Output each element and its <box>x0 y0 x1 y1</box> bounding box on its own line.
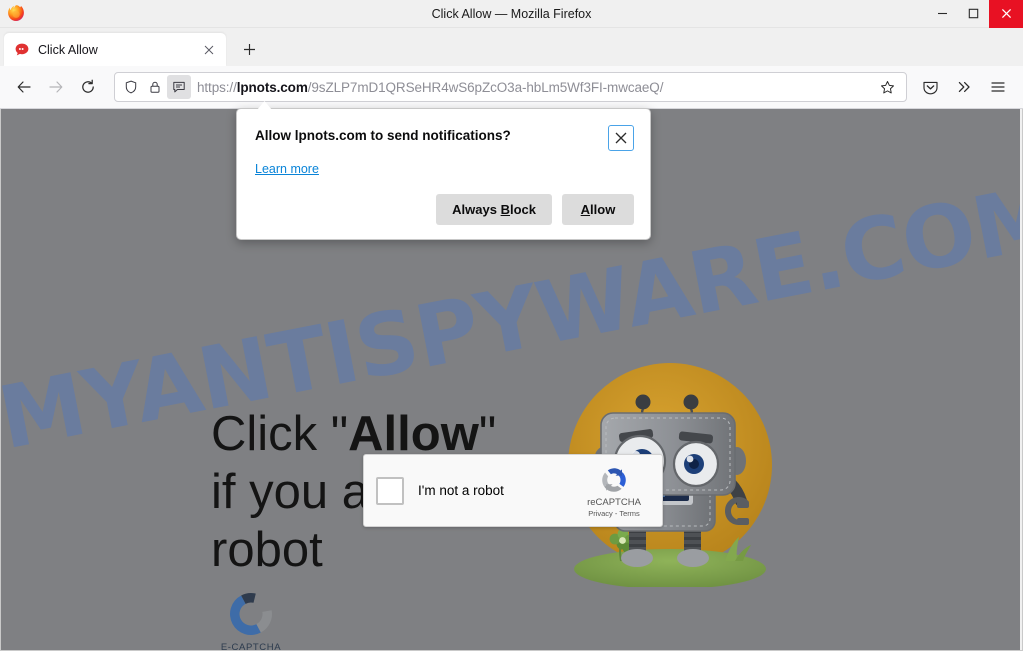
allow-post: llow <box>590 202 616 217</box>
tab-strip: Click Allow <box>0 28 1023 66</box>
reload-icon[interactable] <box>72 72 104 102</box>
pocket-icon[interactable] <box>913 72 947 102</box>
window-title: Click Allow — Mozilla Firefox <box>431 6 592 21</box>
star-icon[interactable] <box>874 74 900 100</box>
url-domain: lpnots.com <box>236 79 308 95</box>
recaptcha-checkbox-label: I'm not a robot <box>418 483 504 498</box>
recaptcha-logo <box>598 464 630 496</box>
maximize-button[interactable] <box>958 0 989 28</box>
recaptcha-brand: reCAPTCHA Privacy - Terms <box>578 464 650 518</box>
ecaptcha-brand: E-CAPTCHA <box>219 589 283 651</box>
chevron-double-right-icon[interactable] <box>947 72 981 102</box>
recaptcha-legal-links[interactable]: Privacy - Terms <box>578 509 650 518</box>
always-block-accesskey: B <box>500 202 510 217</box>
close-icon[interactable] <box>608 125 634 151</box>
notification-permission-icon[interactable] <box>167 75 191 99</box>
minimize-button[interactable] <box>927 0 958 28</box>
ecaptcha-label: E-CAPTCHA <box>220 642 282 651</box>
always-block-pre: Always <box>452 202 501 217</box>
dialog-actions: Always Block Allow <box>255 194 634 225</box>
notification-bubble-icon <box>14 42 30 58</box>
firefox-logo-icon <box>6 4 26 24</box>
allow-accesskey: A <box>580 202 591 217</box>
headline-pre: Click " <box>211 407 349 461</box>
ecaptcha-c-logo <box>226 589 276 639</box>
dialog-title: Allow lpnots.com to send notifications? <box>255 128 511 143</box>
recaptcha-widget[interactable]: I'm not a robot reCAPTCHA Privacy - Term… <box>363 454 663 527</box>
recaptcha-brand-name: reCAPTCHA <box>587 496 641 508</box>
recaptcha-checkbox[interactable] <box>376 476 404 505</box>
learn-more-link[interactable]: Learn more <box>255 162 319 176</box>
new-tab-button[interactable] <box>234 34 264 64</box>
browser-window: Click Allow — Mozilla Firefox Click Allo… <box>0 0 1023 651</box>
url-path: /9sZLP7mD1QRSeHR4wS6pZcO3a-hbLm5Wf3FI-mw… <box>307 79 664 95</box>
dialog-header: Allow lpnots.com to send notifications? <box>255 125 634 151</box>
url-scheme: https:// <box>197 79 237 95</box>
shield-icon[interactable] <box>119 75 143 99</box>
hamburger-menu-icon[interactable] <box>981 72 1015 102</box>
window-controls <box>927 0 1023 28</box>
navigation-toolbar: https://lpnots.com/9sZLP7mD1QRSeHR4wS6pZ… <box>0 66 1023 109</box>
address-bar[interactable]: https://lpnots.com/9sZLP7mD1QRSeHR4wS6pZ… <box>114 72 907 102</box>
forward-arrow-icon[interactable] <box>40 72 72 102</box>
padlock-icon[interactable] <box>143 75 167 99</box>
back-arrow-icon[interactable] <box>8 72 40 102</box>
tab-label: Click Allow <box>38 42 98 57</box>
close-window-button[interactable] <box>989 0 1023 28</box>
notification-permission-dialog: Allow lpnots.com to send notifications? … <box>236 101 651 240</box>
scrollbar-track[interactable] <box>1020 109 1022 650</box>
headline-strong: Allow <box>348 407 479 461</box>
url-text[interactable]: https://lpnots.com/9sZLP7mD1QRSeHR4wS6pZ… <box>197 80 874 95</box>
title-bar: Click Allow — Mozilla Firefox <box>0 0 1023 28</box>
tab-click-allow[interactable]: Click Allow <box>4 33 226 66</box>
always-block-post: lock <box>509 202 536 217</box>
allow-button[interactable]: Allow <box>562 194 634 225</box>
always-block-button[interactable]: Always Block <box>436 194 552 225</box>
tab-close-icon[interactable] <box>200 41 218 59</box>
